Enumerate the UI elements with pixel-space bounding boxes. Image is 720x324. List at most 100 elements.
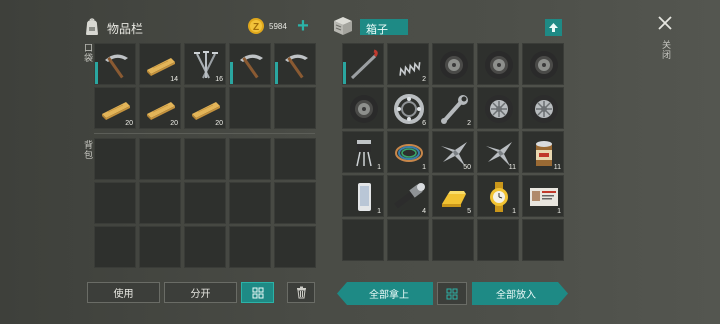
backpack-slot[interactable] [229,226,271,268]
container-title: 箱子 [366,24,388,36]
pickaxe-icon [105,54,128,79]
close-button[interactable] [654,12,676,34]
pickaxe-icon [285,54,308,79]
item-count: 50 [463,164,471,171]
take-all-button[interactable]: 全部拿上 [337,282,433,305]
backpack-slot[interactable] [274,226,316,268]
backpack-slot[interactable] [139,226,181,268]
item-count: 2 [422,76,426,83]
wheel-rim-icon [485,95,513,123]
plus-icon: + [297,15,309,37]
wheel-rim-icon [530,95,558,123]
backpack-slot[interactable] [229,138,271,180]
container-slot[interactable]: 6 [387,87,429,129]
container-slot[interactable]: 1 [522,175,564,217]
container-slot[interactable] [477,87,519,129]
container-slot[interactable]: 1 [342,175,384,217]
selected-marker [95,62,98,84]
container-slot[interactable]: 1 [342,131,384,173]
container-slot[interactable]: 1 [387,131,429,173]
use-button[interactable]: 使用 [87,282,160,303]
id-card-icon [530,188,558,206]
backpack-slot[interactable] [139,182,181,224]
container-slot[interactable] [387,219,429,261]
container-slot[interactable] [477,219,519,261]
item-count: 4 [422,208,426,215]
backpack-slot[interactable] [274,138,316,180]
item-count: 2 [467,120,471,127]
backpack-icon [84,18,100,36]
pocket-slot[interactable] [229,43,271,85]
container-slot[interactable] [432,43,474,85]
pocket-slot[interactable]: 20 [139,87,181,129]
backpack-slot[interactable] [184,226,226,268]
container-slot[interactable]: 2 [432,87,474,129]
item-count: 6 [422,120,426,127]
container-slot[interactable]: 50 [432,131,474,173]
grid-icon [252,287,263,298]
container-slot[interactable] [342,219,384,261]
pocket-slot[interactable]: 20 [184,87,226,129]
coin-icon: Z [247,17,265,35]
phone-icon [358,183,371,211]
backpack-slot[interactable] [94,226,136,268]
item-count: 1 [377,208,381,215]
trash-button[interactable] [287,282,315,303]
container-slot[interactable]: 2 [387,43,429,85]
put-all-label: 全部放入 [496,290,536,301]
container-slot[interactable] [522,219,564,261]
crowbar-icon [350,49,378,80]
bearing-icon [394,94,424,124]
grid-view-button[interactable] [241,282,274,303]
item-count: 20 [125,120,133,127]
pocket-slot[interactable]: 14 [139,43,181,85]
pocket-slot[interactable]: 16 [184,43,226,85]
container-slot[interactable]: 5 [432,175,474,217]
sort-button[interactable] [545,19,562,36]
container-slot[interactable] [432,219,474,261]
tire-icon [485,51,513,79]
backpack-slot[interactable] [184,138,226,180]
spring-icon [399,61,421,76]
item-count: 1 [422,164,426,171]
item-count: 1 [377,164,381,171]
container-slot[interactable]: 4 [387,175,429,217]
add-coins-button[interactable]: + [294,15,312,37]
backpack-slot[interactable] [94,138,136,180]
pocket-slot[interactable] [274,43,316,85]
tire-icon [440,51,468,79]
pocket-slot[interactable] [274,87,316,129]
item-count: 11 [553,164,561,171]
box-icon [332,16,354,36]
item-count: 14 [170,76,178,83]
backpack-slot[interactable] [274,182,316,224]
tire-icon [350,95,378,123]
container-slot[interactable]: 1 [477,175,519,217]
split-button[interactable]: 分开 [164,282,237,303]
pickaxe-icon [240,54,263,79]
gold-watch-icon [490,182,508,212]
put-all-button[interactable]: 全部放入 [472,282,568,305]
backpack-slot[interactable] [229,182,271,224]
pocket-slot[interactable]: 20 [94,87,136,129]
coin-count: 5984 [269,22,287,31]
container-slot[interactable]: 11 [522,131,564,173]
trash-icon [296,286,306,299]
container-slot[interactable] [522,87,564,129]
container-slot[interactable] [342,43,384,85]
selected-marker [230,62,233,84]
container-slot[interactable] [342,87,384,129]
container-slot[interactable] [477,43,519,85]
wrench-icon [441,95,468,124]
container-slot[interactable] [522,43,564,85]
container-slot[interactable]: 11 [477,131,519,173]
svg-text:Z: Z [253,22,259,33]
pocket-slot[interactable] [94,43,136,85]
tire-icon [530,51,558,79]
backpack-slot[interactable] [184,182,226,224]
backpack-slot[interactable] [94,182,136,224]
backpack-slot[interactable] [139,138,181,180]
pocket-slot[interactable] [229,87,271,129]
wire-coil-icon [395,144,423,162]
grid-view-button-right[interactable] [437,282,467,305]
